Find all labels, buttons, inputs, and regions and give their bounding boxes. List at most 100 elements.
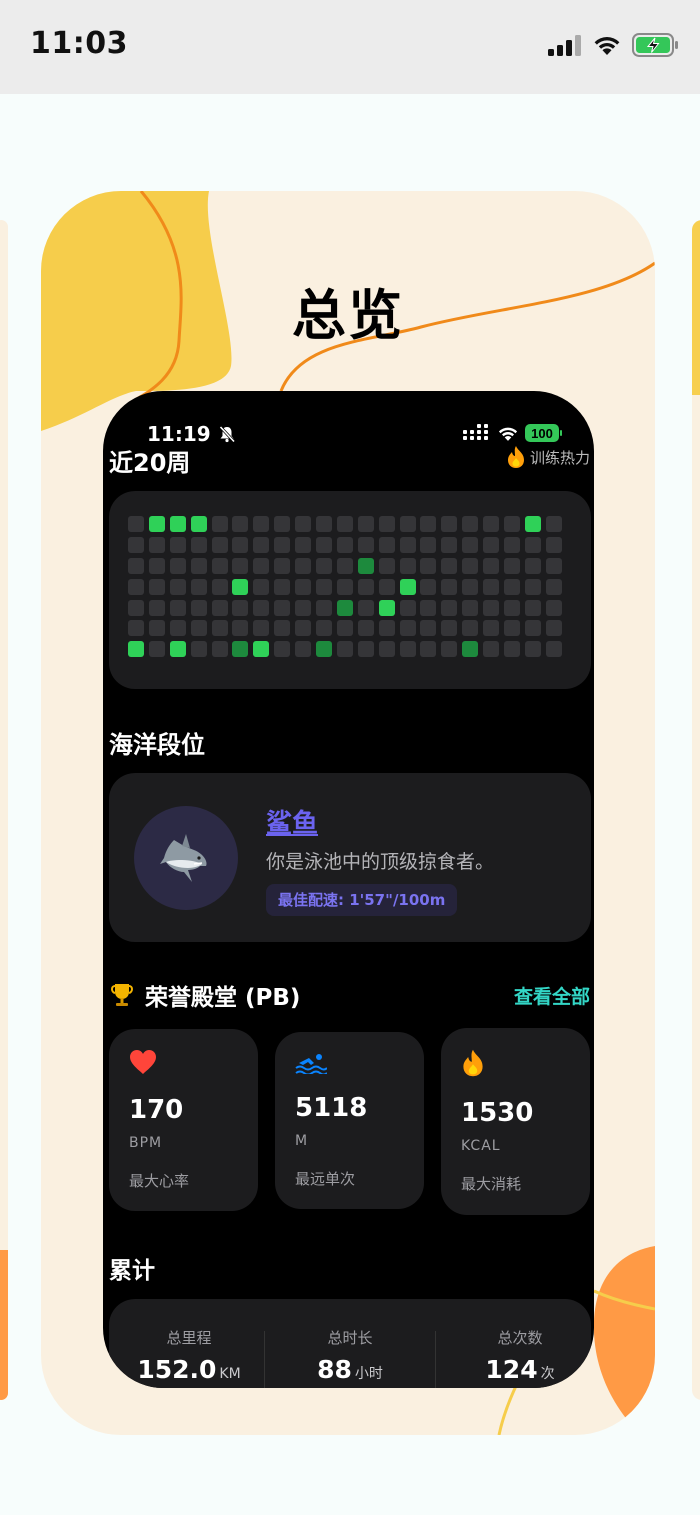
pb-card-calories[interactable]: 1530 KCAL 最大消耗 <box>441 1028 590 1215</box>
heatmap-cell <box>336 536 353 553</box>
heatmap-cell <box>462 557 479 574</box>
cellular-signal-icon <box>463 424 488 440</box>
heatmap-cell <box>148 578 165 595</box>
heatmap-cell <box>524 578 541 595</box>
heatmap-cell <box>441 536 458 553</box>
heatmap-cell <box>316 557 333 574</box>
heatmap-cell <box>336 641 353 658</box>
heatmap-cell <box>148 557 165 574</box>
heatmap-cell <box>169 578 186 595</box>
trophy-icon <box>111 984 133 1006</box>
heatmap-cell <box>357 641 374 658</box>
heatmap-cell <box>128 536 144 553</box>
heatmap-cell <box>295 557 312 574</box>
heatmap-cell <box>128 620 144 637</box>
total-distance: 152.0 KM <box>137 1355 241 1384</box>
heatmap-cell <box>190 599 207 616</box>
heatmap-cell <box>420 516 437 532</box>
heatmap-cell <box>462 536 479 553</box>
heatmap-cell <box>253 536 270 553</box>
heatmap-cell <box>232 578 249 595</box>
status-icons <box>548 30 680 60</box>
rank-card[interactable]: 鲨鱼 你是泳池中的顶级掠食者。 最佳配速: 1'57"/100m <box>109 773 591 942</box>
heatmap-cell <box>483 620 500 637</box>
heatmap-cell <box>399 578 416 595</box>
status-bar: 11:03 <box>0 0 700 94</box>
heatmap-cell <box>128 578 144 595</box>
rank-description: 你是泳池中的顶级掠食者。 <box>266 851 495 873</box>
heatmap-cell <box>378 516 395 532</box>
pb-label: 最大心率 <box>129 1172 190 1190</box>
heatmap-cell <box>316 599 333 616</box>
training-heatmap <box>109 491 591 689</box>
heatmap-cell <box>462 599 479 616</box>
pb-value: 5118 <box>295 1093 368 1123</box>
best-pace-badge: 最佳配速: 1'57"/100m <box>266 884 458 916</box>
heatmap-cell <box>336 599 353 616</box>
heatmap-cell <box>253 578 270 595</box>
heatmap-cell <box>274 641 291 658</box>
heatmap-cell <box>378 641 395 658</box>
pb-unit: BPM <box>129 1135 163 1151</box>
heatmap-cell <box>274 620 291 637</box>
heatmap-cell <box>232 620 249 637</box>
heatmap-cell <box>483 578 500 595</box>
next-card-edge[interactable] <box>692 220 700 1400</box>
heatmap-cell <box>462 641 479 658</box>
pb-card-heart-rate[interactable]: 170 BPM 最大心率 <box>109 1029 258 1211</box>
heatmap-cell <box>211 599 228 616</box>
heatmap-cell <box>420 578 437 595</box>
heatmap-cell <box>399 641 416 658</box>
rank-name[interactable]: 鲨鱼 <box>266 803 318 840</box>
heatmap-cell <box>524 536 541 553</box>
total-duration: 88 小时 <box>317 1355 383 1384</box>
heatmap-cell <box>148 536 165 553</box>
heatmap-cell <box>545 620 562 637</box>
heatmap-cell <box>295 516 312 532</box>
heatmap-cell <box>441 641 458 658</box>
heatmap-cell <box>274 578 291 595</box>
heatmap-cell <box>357 620 374 637</box>
heatmap-cell <box>336 620 353 637</box>
heatmap-cell <box>545 578 562 595</box>
heatmap-cell <box>420 620 437 637</box>
heatmap-cell <box>378 578 395 595</box>
heatmap-cell <box>441 578 458 595</box>
total-label: 总时长 <box>327 1329 373 1347</box>
heatmap-legend: 训练热力 <box>506 445 590 469</box>
heatmap-cell <box>441 516 458 532</box>
heatmap-cell <box>483 557 500 574</box>
heatmap-cell <box>169 557 186 574</box>
pb-label: 最远单次 <box>295 1170 356 1188</box>
heatmap-cell <box>545 516 562 532</box>
heatmap-cell <box>190 578 207 595</box>
heatmap-cell <box>504 599 521 616</box>
heatmap-cell <box>504 578 521 595</box>
heatmap-cell <box>253 641 270 658</box>
heatmap-cell <box>295 641 312 658</box>
heatmap-cell <box>253 599 270 616</box>
heatmap-cell <box>211 557 228 574</box>
heatmap-cell <box>190 557 207 574</box>
heatmap-cell <box>441 599 458 616</box>
heatmap-legend-label: 训练热力 <box>529 448 590 467</box>
heatmap-cell <box>274 599 291 616</box>
pb-card-distance[interactable]: 5118 M 最远单次 <box>275 1032 424 1209</box>
heatmap-cell <box>232 536 249 553</box>
inner-status-icons: 100 <box>463 424 563 442</box>
heatmap-cell <box>504 536 521 553</box>
heatmap-cell <box>169 620 186 637</box>
heatmap-cell <box>399 557 416 574</box>
heatmap-cell <box>545 536 562 553</box>
battery-icon: 100 <box>525 424 562 442</box>
heatmap-cell <box>316 641 333 658</box>
heatmap-cell <box>336 578 353 595</box>
previous-card-edge[interactable] <box>0 220 8 1400</box>
pb-section-header: 荣誉殿堂 (PB) <box>109 978 300 1012</box>
heatmap-cell <box>253 516 270 532</box>
total-label: 总里程 <box>166 1329 212 1347</box>
divider <box>435 1331 436 1388</box>
cellular-signal-icon <box>548 35 581 56</box>
heatmap-cell <box>420 599 437 616</box>
view-all-link[interactable]: 查看全部 <box>514 982 590 1009</box>
